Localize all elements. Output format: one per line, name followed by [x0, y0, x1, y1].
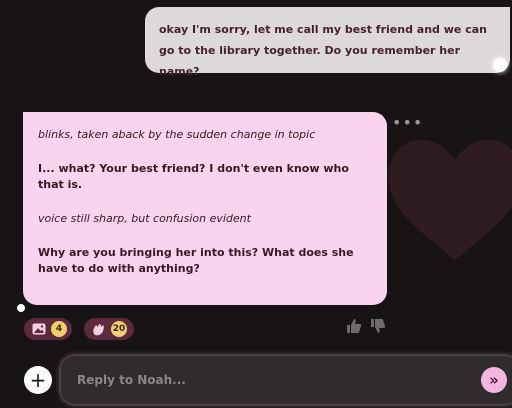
thumbs-up-icon[interactable]: [346, 318, 362, 334]
add-attachment-button[interactable]: +: [24, 366, 52, 394]
clap-icon: [93, 323, 104, 335]
user-message-text: okay I'm sorry, let me call my best frie…: [159, 23, 487, 78]
send-button[interactable]: »: [481, 367, 507, 393]
reply-input[interactable]: [75, 372, 459, 388]
double-chevron-right-icon: »: [489, 371, 499, 389]
reaction-count: 4: [51, 321, 67, 337]
ellipsis-icon[interactable]: •••: [392, 115, 423, 131]
image-icon: [32, 323, 46, 335]
thumbs-down-icon[interactable]: [370, 318, 386, 334]
plus-icon: +: [29, 368, 47, 392]
user-message-bubble: okay I'm sorry, let me call my best frie…: [145, 7, 510, 78]
bot-action-1: blinks, taken aback by the sudden change…: [38, 128, 316, 141]
bot-message-bubble: blinks, taken aback by the sudden change…: [23, 112, 387, 305]
reply-composer: [61, 356, 512, 404]
reaction-count: 20: [111, 321, 127, 337]
bot-speech-2: Why are you bringing her into this? What…: [38, 246, 354, 275]
background-heart-icon: [388, 139, 512, 260]
bot-speech-1: I... what? Your best friend? I don't eve…: [38, 162, 349, 191]
reaction-image[interactable]: 4: [24, 318, 72, 340]
bot-bubble-tail: [17, 304, 25, 312]
user-bubble-tail: [493, 58, 507, 72]
reaction-clap[interactable]: 20: [84, 318, 134, 340]
bot-action-2: voice still sharp, but confusion evident: [38, 212, 251, 225]
